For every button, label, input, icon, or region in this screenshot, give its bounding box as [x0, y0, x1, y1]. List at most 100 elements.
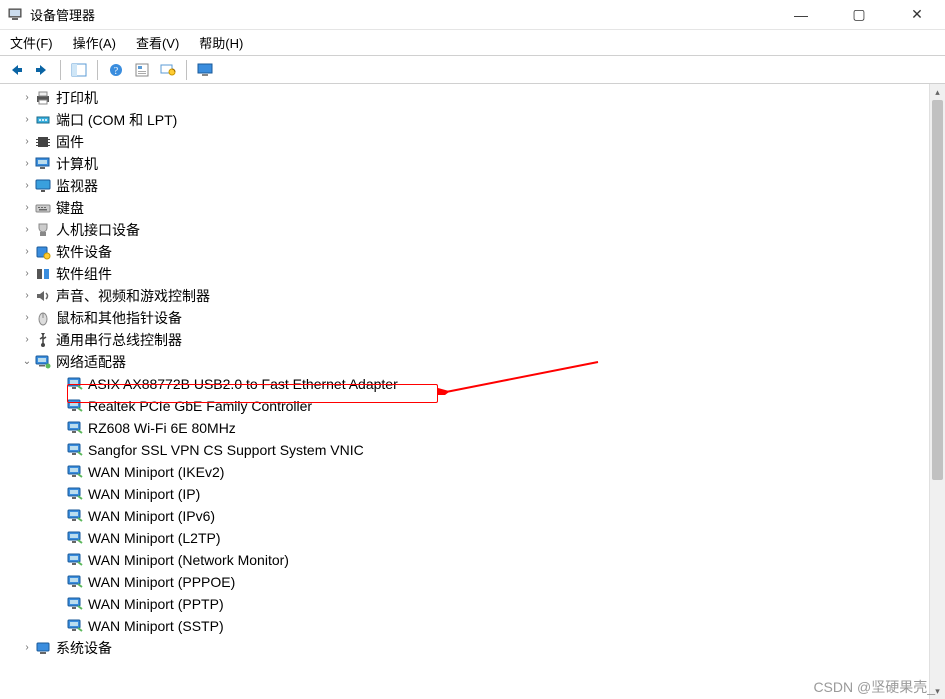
titlebar: 设备管理器 — ▢ ✕ [0, 0, 945, 30]
tree-category[interactable]: › 人机接口设备 [0, 219, 945, 241]
toolbar-scan[interactable] [156, 59, 180, 81]
scrollbar-up[interactable]: ▴ [930, 84, 945, 100]
tree-device-label: WAN Miniport (SSTP) [88, 615, 224, 637]
tree-device-label: WAN Miniport (PPPOE) [88, 571, 235, 593]
tree-category[interactable]: › 端口 (COM 和 LPT) [0, 109, 945, 131]
tree-category[interactable]: › 键盘 [0, 197, 945, 219]
tree-device-label: WAN Miniport (L2TP) [88, 527, 221, 549]
tree-category-label: 端口 (COM 和 LPT) [56, 109, 177, 131]
monitor-icon [34, 178, 52, 194]
expander-closed-icon[interactable]: › [20, 175, 34, 197]
tree-device[interactable]: WAN Miniport (PPPOE) [0, 571, 945, 593]
tree-device[interactable]: Realtek PCIe GbE Family Controller [0, 395, 945, 417]
tree-category-label: 人机接口设备 [56, 219, 140, 241]
watermark: CSDN @坚硬果壳_ [813, 677, 935, 697]
tree-category-label: 软件组件 [56, 263, 112, 285]
tree-device[interactable]: WAN Miniport (IP) [0, 483, 945, 505]
toolbar-back[interactable] [4, 59, 28, 81]
toolbar [0, 56, 945, 84]
tree-category[interactable]: ›系统设备 [0, 637, 945, 659]
tree-category[interactable]: › 计算机 [0, 153, 945, 175]
maximize-button[interactable]: ▢ [839, 1, 879, 29]
tree-category[interactable]: ›打印机 [0, 87, 945, 109]
menu-view[interactable]: 查看(V) [128, 30, 187, 55]
tree-device[interactable]: WAN Miniport (IKEv2) [0, 461, 945, 483]
keyboard-icon [34, 200, 52, 216]
close-button[interactable]: ✕ [897, 1, 937, 29]
network-adapter-icon [66, 530, 84, 546]
tree-device[interactable]: WAN Miniport (L2TP) [0, 527, 945, 549]
tree-category-label: 软件设备 [56, 241, 112, 263]
tree-device[interactable]: ASIX AX88772B USB2.0 to Fast Ethernet Ad… [0, 373, 945, 395]
expander-closed-icon[interactable]: › [20, 153, 34, 175]
tree-device-label: WAN Miniport (IP) [88, 483, 200, 505]
menu-help[interactable]: 帮助(H) [191, 30, 251, 55]
tree-device[interactable]: WAN Miniport (PPTP) [0, 593, 945, 615]
software-device-icon [34, 244, 52, 260]
expander-closed-icon[interactable]: › [20, 219, 34, 241]
tree-category-label: 计算机 [56, 153, 98, 175]
tree-category[interactable]: › 软件组件 [0, 263, 945, 285]
usb-icon [34, 332, 52, 348]
minimize-button[interactable]: — [781, 1, 821, 29]
tree-category-label: 键盘 [56, 197, 84, 219]
toolbar-display[interactable] [193, 59, 217, 81]
toolbar-panel[interactable] [67, 59, 91, 81]
expander-closed-icon[interactable]: › [20, 637, 34, 659]
vertical-scrollbar[interactable]: ▴ ▾ [929, 84, 945, 699]
tree-category[interactable]: ›声音、视频和游戏控制器 [0, 285, 945, 307]
tree-category[interactable]: ⌄网络适配器 [0, 351, 945, 373]
tree-device[interactable]: WAN Miniport (IPv6) [0, 505, 945, 527]
system-device-icon [34, 640, 52, 656]
printer-icon [34, 90, 52, 106]
toolbar-separator [186, 60, 187, 80]
network-adapter-icon [66, 420, 84, 436]
menu-action[interactable]: 操作(A) [65, 30, 124, 55]
tree-device-label: WAN Miniport (IKEv2) [88, 461, 224, 483]
toolbar-help[interactable] [104, 59, 128, 81]
expander-open-icon[interactable]: ⌄ [20, 351, 34, 373]
tree-device[interactable]: WAN Miniport (SSTP) [0, 615, 945, 637]
port-icon [34, 112, 52, 128]
tree-view[interactable]: ›打印机›端口 (COM 和 LPT)›固件›计算机›监视器›键盘›人机接口设备… [0, 84, 945, 699]
expander-closed-icon[interactable]: › [20, 307, 34, 329]
menubar: 文件(F) 操作(A) 查看(V) 帮助(H) [0, 30, 945, 56]
window-controls: — ▢ ✕ [781, 1, 937, 29]
tree-device[interactable]: Sangfor SSL VPN CS Support System VNIC [0, 439, 945, 461]
tree-device[interactable]: RZ608 Wi-Fi 6E 80MHz [0, 417, 945, 439]
toolbar-separator [97, 60, 98, 80]
tree-category[interactable]: › 软件设备 [0, 241, 945, 263]
tree-category[interactable]: › 鼠标和其他指针设备 [0, 307, 945, 329]
toolbar-forward[interactable] [30, 59, 54, 81]
tree-device[interactable]: WAN Miniport (Network Monitor) [0, 549, 945, 571]
network-adapter-icon [66, 376, 84, 392]
toolbar-properties[interactable] [130, 59, 154, 81]
tree-category-label: 鼠标和其他指针设备 [56, 307, 182, 329]
network-adapter-icon [66, 398, 84, 414]
expander-closed-icon[interactable]: › [20, 131, 34, 153]
network-adapter-icon [66, 486, 84, 502]
tree-category[interactable]: › 通用串行总线控制器 [0, 329, 945, 351]
tree-category-label: 通用串行总线控制器 [56, 329, 182, 351]
tree-category[interactable]: ›固件 [0, 131, 945, 153]
expander-closed-icon[interactable]: › [20, 87, 34, 109]
tree-device-label: Realtek PCIe GbE Family Controller [88, 395, 312, 417]
tree-category[interactable]: ›监视器 [0, 175, 945, 197]
expander-closed-icon[interactable]: › [20, 285, 34, 307]
window-title: 设备管理器 [30, 5, 95, 24]
expander-closed-icon[interactable]: › [20, 241, 34, 263]
expander-closed-icon[interactable]: › [20, 263, 34, 285]
menu-file[interactable]: 文件(F) [2, 30, 61, 55]
tree-device-label: RZ608 Wi-Fi 6E 80MHz [88, 417, 236, 439]
firmware-icon [34, 134, 52, 150]
sound-icon [34, 288, 52, 304]
scrollbar-thumb[interactable] [932, 100, 943, 480]
expander-closed-icon[interactable]: › [20, 197, 34, 219]
network-adapter-icon [66, 442, 84, 458]
expander-closed-icon[interactable]: › [20, 109, 34, 131]
network-adapter-icon [66, 552, 84, 568]
tree-device-label: ASIX AX88772B USB2.0 to Fast Ethernet Ad… [88, 373, 398, 395]
expander-closed-icon[interactable]: › [20, 329, 34, 351]
tree-device-label: Sangfor SSL VPN CS Support System VNIC [88, 439, 364, 461]
app-icon [8, 7, 24, 23]
